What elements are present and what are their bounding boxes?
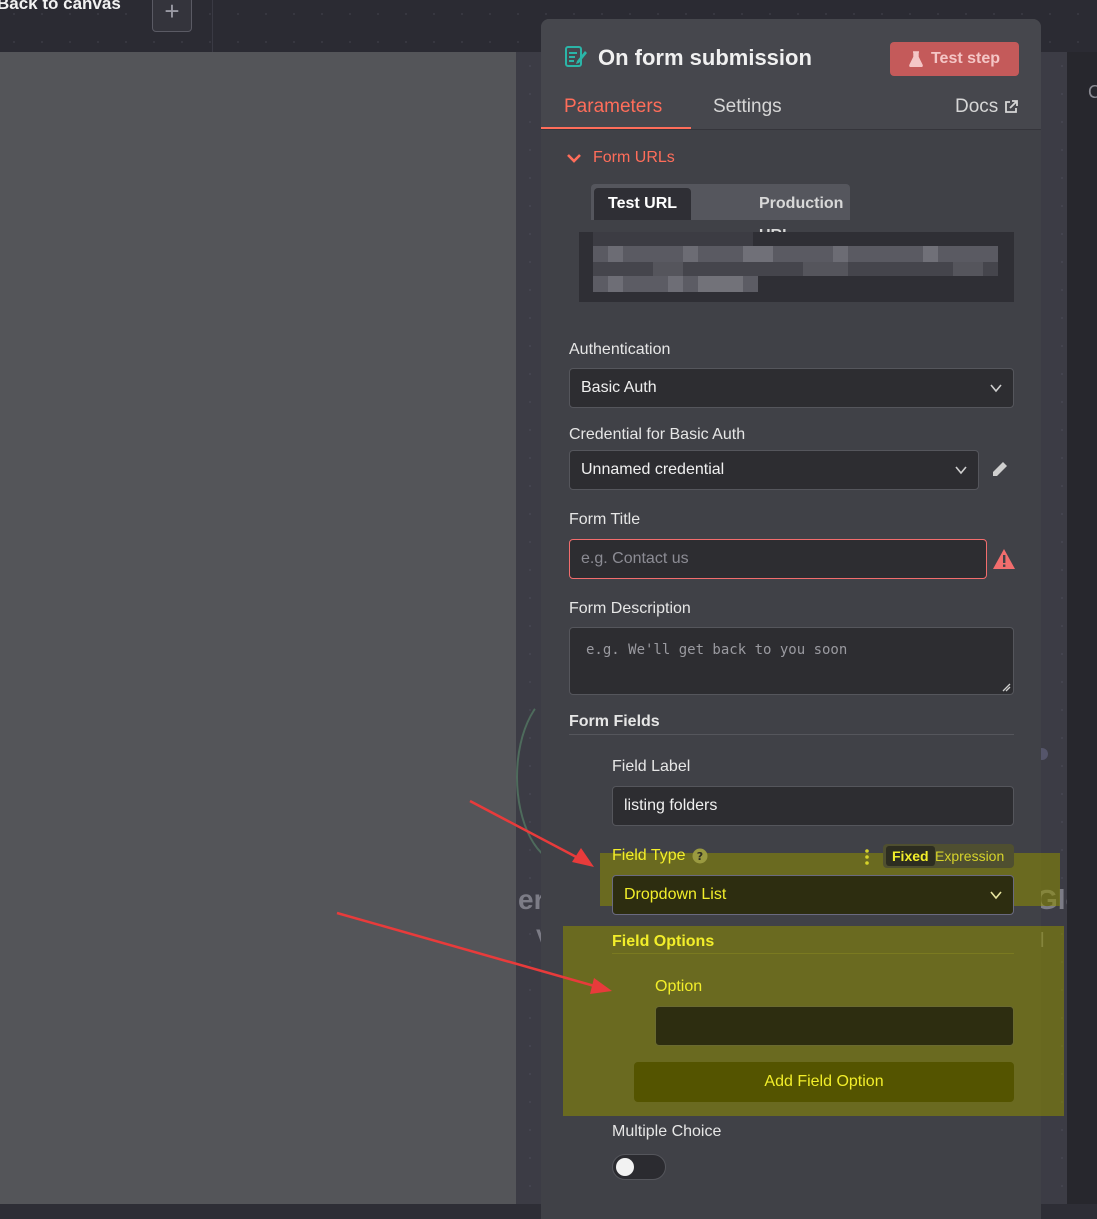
arrow-to-field-options — [336, 911, 612, 994]
arrow-to-field-type — [469, 799, 594, 867]
annotation-arrows — [336, 799, 612, 994]
